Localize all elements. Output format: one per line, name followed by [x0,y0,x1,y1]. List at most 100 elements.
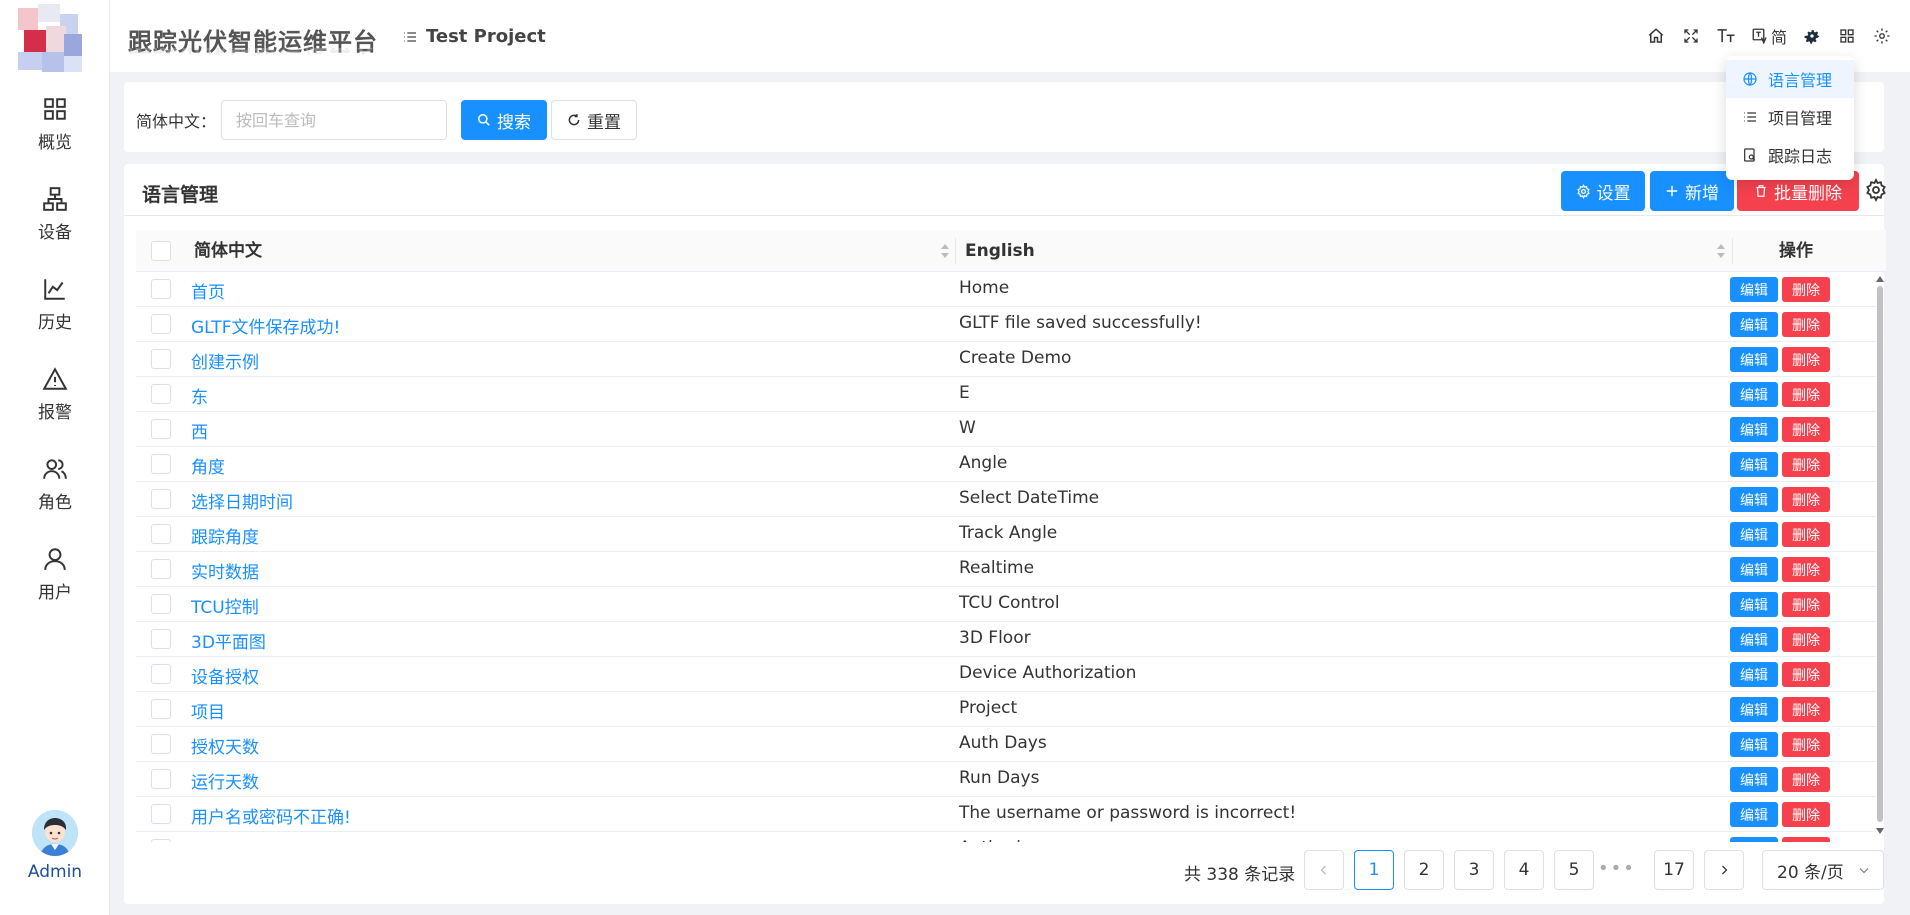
reset-button[interactable]: 重置 [551,100,637,140]
row-checkbox[interactable] [151,559,171,579]
cell-zh[interactable]: 首页 [191,278,225,303]
row-checkbox[interactable] [151,629,171,649]
delete-button[interactable]: 删除 [1782,382,1830,407]
cell-zh[interactable]: 运行天数 [191,768,259,793]
page-button-2[interactable]: 2 [1404,850,1444,890]
row-checkbox[interactable] [151,524,171,544]
edit-button[interactable]: 编辑 [1730,837,1778,842]
sidebar-item-overview[interactable]: 概览 [0,90,110,170]
cell-zh[interactable]: GLTF文件保存成功! [191,313,340,338]
fullscreen-icon[interactable] [1681,26,1702,47]
page-button-1[interactable]: 1 [1354,850,1394,890]
column-header-zh[interactable]: 简体中文 [194,230,262,272]
next-page-button[interactable] [1704,850,1744,890]
delete-button[interactable]: 删除 [1782,697,1830,722]
row-checkbox[interactable] [151,489,171,509]
language-switcher[interactable]: 简 [1751,24,1787,48]
edit-button[interactable]: 编辑 [1730,382,1778,407]
select-all-checkbox[interactable] [151,241,171,261]
menu-item-language-management[interactable]: 语言管理 [1726,60,1854,98]
row-checkbox[interactable] [151,664,171,684]
edit-button[interactable]: 编辑 [1730,592,1778,617]
edit-button[interactable]: 编辑 [1730,557,1778,582]
column-settings-icon[interactable] [1864,178,1888,202]
delete-button[interactable]: 删除 [1782,592,1830,617]
row-checkbox[interactable] [151,384,171,404]
cell-zh[interactable]: 选择日期时间 [191,488,293,513]
edit-button[interactable]: 编辑 [1730,277,1778,302]
row-checkbox[interactable] [151,279,171,299]
row-checkbox[interactable] [151,314,171,334]
cell-zh[interactable]: 用户名或密码不正确! [191,803,351,828]
menu-item-tracking-log[interactable]: 跟踪日志 [1726,136,1854,174]
system-settings-icon[interactable] [1871,26,1892,47]
sidebar-item-roles[interactable]: 角色 [0,450,110,530]
delete-button[interactable]: 删除 [1782,802,1830,827]
settings-gear-icon[interactable] [1801,26,1822,47]
scroll-down-icon[interactable] [1876,828,1884,834]
avatar[interactable] [32,810,78,856]
delete-button[interactable]: 删除 [1782,557,1830,582]
cell-zh[interactable]: 创建示例 [191,348,259,373]
cell-zh[interactable]: TCU控制 [191,593,259,618]
sidebar-item-history[interactable]: 历史 [0,270,110,350]
prev-page-button[interactable] [1304,850,1344,890]
row-checkbox[interactable] [151,769,171,789]
row-checkbox[interactable] [151,349,171,369]
cell-zh[interactable]: 角度 [191,453,225,478]
sort-icon[interactable] [1716,244,1726,258]
row-checkbox[interactable] [151,804,171,824]
edit-button[interactable]: 编辑 [1730,697,1778,722]
edit-button[interactable]: 编辑 [1730,312,1778,337]
row-checkbox[interactable] [151,454,171,474]
delete-button[interactable]: 删除 [1782,767,1830,792]
row-checkbox[interactable] [151,699,171,719]
delete-button[interactable]: 删除 [1782,487,1830,512]
cell-zh[interactable]: 授权 [191,838,225,842]
edit-button[interactable]: 编辑 [1730,802,1778,827]
project-switcher[interactable]: Test Project [402,26,546,47]
sidebar-item-devices[interactable]: 设备 [0,180,110,260]
setting-button[interactable]: 设置 [1561,171,1645,211]
delete-button[interactable]: 删除 [1782,417,1830,442]
cell-zh[interactable]: 东 [191,383,208,408]
column-header-en[interactable]: English [965,230,1035,272]
edit-button[interactable]: 编辑 [1730,627,1778,652]
cell-zh[interactable]: 实时数据 [191,558,259,583]
cell-zh[interactable]: 西 [191,418,208,443]
search-input[interactable] [221,100,447,140]
delete-button[interactable]: 删除 [1782,837,1830,842]
sort-icon[interactable] [940,244,950,258]
edit-button[interactable]: 编辑 [1730,732,1778,757]
page-button-4[interactable]: 4 [1504,850,1544,890]
edit-button[interactable]: 编辑 [1730,522,1778,547]
edit-button[interactable]: 编辑 [1730,347,1778,372]
row-checkbox[interactable] [151,419,171,439]
delete-button[interactable]: 删除 [1782,312,1830,337]
delete-button[interactable]: 删除 [1782,522,1830,547]
delete-button[interactable]: 删除 [1782,452,1830,477]
sidebar-item-alarm[interactable]: 报警 [0,360,110,440]
page-button-5[interactable]: 5 [1554,850,1594,890]
page-button-3[interactable]: 3 [1454,850,1494,890]
search-button[interactable]: 搜索 [461,100,547,140]
home-icon[interactable] [1646,26,1667,47]
cell-zh[interactable]: 设备授权 [191,663,259,688]
layout-grid-icon[interactable] [1836,26,1857,47]
edit-button[interactable]: 编辑 [1730,452,1778,477]
edit-button[interactable]: 编辑 [1730,662,1778,687]
row-checkbox[interactable] [151,734,171,754]
cell-zh[interactable]: 项目 [191,698,225,723]
delete-button[interactable]: 删除 [1782,627,1830,652]
page-button-last[interactable]: 17 [1654,850,1694,890]
row-checkbox[interactable] [151,594,171,614]
cell-zh[interactable]: 跟踪角度 [191,523,259,548]
scroll-thumb[interactable] [1877,286,1883,822]
delete-button[interactable]: 删除 [1782,277,1830,302]
edit-button[interactable]: 编辑 [1730,767,1778,792]
font-size-icon[interactable] [1716,26,1737,47]
edit-button[interactable]: 编辑 [1730,487,1778,512]
add-button[interactable]: 新增 [1650,171,1734,211]
edit-button[interactable]: 编辑 [1730,417,1778,442]
row-checkbox[interactable] [151,839,171,842]
